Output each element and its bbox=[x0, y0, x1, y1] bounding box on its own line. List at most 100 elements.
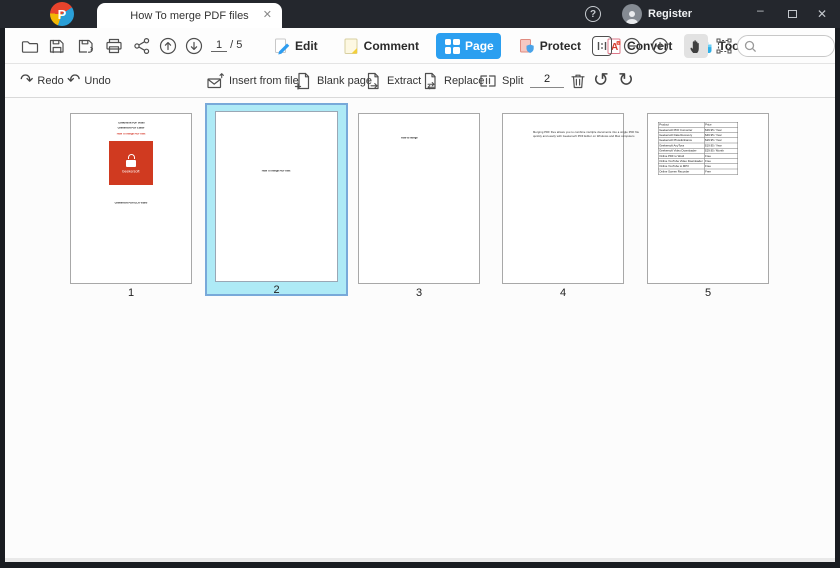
trash-icon bbox=[571, 74, 585, 89]
help-icon[interactable]: ? bbox=[585, 6, 601, 22]
tab-title: How To merge PDF files bbox=[130, 9, 249, 22]
delete-page-button[interactable] bbox=[568, 71, 588, 91]
print-button[interactable] bbox=[104, 36, 124, 56]
insert-file-icon bbox=[207, 73, 224, 89]
table-row: Online Screen Recorder Free bbox=[659, 169, 711, 175]
page-total-label: 5 bbox=[236, 39, 243, 51]
register-label: Register bbox=[648, 8, 693, 20]
split-pages-icon bbox=[480, 75, 496, 87]
arrow-down-circle-icon bbox=[185, 37, 203, 55]
app-window: 1 / 5 Edit Comment Page Protect A x Conv… bbox=[5, 28, 835, 562]
minus-circle-icon bbox=[623, 37, 641, 55]
replace-page-icon bbox=[424, 72, 436, 90]
lock-icon bbox=[127, 154, 135, 159]
main-toolbar: 1 / 5 Edit Comment Page Protect A x Conv… bbox=[5, 28, 835, 64]
page5-table: Product Price Geekersoft PDF Converter $39.… bbox=[658, 122, 738, 175]
select-object-button[interactable] bbox=[714, 36, 734, 56]
register-button[interactable]: Register bbox=[622, 4, 692, 24]
tab-protect[interactable]: Protect bbox=[511, 33, 588, 59]
hand-icon bbox=[690, 40, 699, 53]
tab-comment[interactable]: Comment bbox=[335, 33, 426, 59]
undo-icon: ↶ bbox=[67, 72, 81, 89]
page-number-label: 2 bbox=[273, 284, 280, 296]
page-number-label: 4 bbox=[559, 287, 567, 299]
page-thumbnail-5[interactable]: Product Price Geekersoft PDF Converter $39.… bbox=[647, 113, 769, 299]
redo-icon: ↷ bbox=[20, 72, 34, 89]
geekersoft-logo: Geekersoft bbox=[109, 141, 153, 185]
save-icon bbox=[49, 39, 64, 54]
search-box[interactable] bbox=[737, 35, 835, 57]
search-icon bbox=[744, 40, 757, 52]
page-4-preview: Merging PDF files allows you to combine … bbox=[502, 113, 639, 284]
marquee-select-icon bbox=[716, 38, 732, 54]
arrow-up-circle-icon bbox=[159, 37, 177, 55]
share-button[interactable] bbox=[132, 36, 152, 56]
actual-size-icon bbox=[597, 42, 607, 50]
titlebar: P Home How To merge PDF files ✕ ? Regist… bbox=[0, 0, 840, 28]
share-icon bbox=[134, 37, 150, 55]
open-file-button[interactable] bbox=[20, 36, 40, 56]
page-5-preview: Product Price Geekersoft PDF Converter $39.… bbox=[647, 113, 769, 284]
page-3-preview: How to merge bbox=[358, 113, 480, 284]
document-tab[interactable]: How To merge PDF files ✕ bbox=[97, 3, 282, 28]
rotate-right-button[interactable]: ↻ bbox=[618, 71, 634, 91]
page-action-toolbar: ↷ Redo ↶ Undo Insert from file Blank pag… bbox=[5, 64, 835, 98]
page-grid-icon bbox=[443, 37, 461, 55]
print-icon bbox=[106, 38, 122, 54]
page-thumbnail-2-selected[interactable]: How To merge PDF files 2 bbox=[205, 103, 348, 296]
tab-label: Comment bbox=[363, 39, 420, 53]
zoom-out-button[interactable] bbox=[622, 36, 642, 56]
page-number-label: 1 bbox=[127, 287, 135, 299]
page-thumbnail-3[interactable]: How to merge 3 bbox=[358, 113, 480, 299]
rotate-right-icon: ↻ bbox=[618, 70, 634, 91]
avatar-icon bbox=[622, 4, 642, 24]
extract-button[interactable]: Extract bbox=[363, 71, 421, 91]
protect-shield-icon bbox=[518, 37, 536, 55]
tab-label: Page bbox=[465, 39, 494, 53]
close-button[interactable]: ✕ bbox=[817, 7, 827, 21]
page-1-preview: Geekersoft PDF Video Geekersoft PDF Edit… bbox=[70, 113, 192, 284]
save-as-button[interactable] bbox=[76, 36, 96, 56]
insert-from-file-button[interactable]: Insert from file bbox=[205, 71, 299, 91]
tab-label: Edit bbox=[295, 39, 318, 53]
page-thumbnail-4[interactable]: Merging PDF files allows you to combine … bbox=[502, 113, 639, 299]
page-number-label: 3 bbox=[415, 287, 423, 299]
page-number-label: 5 bbox=[704, 287, 712, 299]
tab-label: Protect bbox=[539, 39, 582, 53]
save-as-icon bbox=[78, 39, 93, 53]
folder-icon bbox=[21, 41, 39, 53]
thumbnail-canvas: Geekersoft PDF Video Geekersoft PDF Edit… bbox=[5, 98, 835, 558]
previous-page-button[interactable] bbox=[158, 36, 178, 56]
save-button[interactable] bbox=[47, 36, 67, 56]
mode-tabs: Edit Comment Page Protect A x Convert To… bbox=[266, 33, 750, 59]
page-separator: / bbox=[230, 39, 234, 51]
replace-button[interactable]: Replace bbox=[420, 71, 484, 91]
undo-button[interactable]: ↶ Undo bbox=[67, 71, 111, 91]
zoom-in-button[interactable] bbox=[650, 36, 670, 56]
next-page-button[interactable] bbox=[184, 36, 204, 56]
search-input[interactable] bbox=[761, 40, 831, 52]
page-2-preview: How To merge PDF files bbox=[215, 111, 338, 282]
extract-page-icon bbox=[367, 72, 379, 90]
edit-pencil-icon bbox=[273, 37, 291, 55]
tab-page[interactable]: Page bbox=[436, 33, 501, 59]
page-indicator: 1 / 5 bbox=[211, 39, 242, 52]
page-thumbnail-1[interactable]: Geekersoft PDF Video Geekersoft PDF Edit… bbox=[70, 113, 192, 299]
minimize-button[interactable]: – bbox=[757, 3, 764, 17]
maximize-icon bbox=[788, 10, 797, 18]
blank-page-icon bbox=[294, 72, 310, 90]
tab-edit[interactable]: Edit bbox=[266, 33, 325, 59]
split-button[interactable]: Split bbox=[478, 71, 523, 91]
hand-tool-button[interactable] bbox=[684, 34, 708, 58]
split-count-input[interactable]: 2 bbox=[530, 73, 564, 88]
page-number-input[interactable]: 1 bbox=[211, 39, 227, 52]
app-logo-icon[interactable]: P bbox=[50, 2, 74, 26]
maximize-button[interactable] bbox=[788, 7, 797, 18]
rotate-left-button[interactable]: ↺ bbox=[593, 71, 609, 91]
tab-close-icon[interactable]: ✕ bbox=[263, 8, 272, 21]
fit-page-button[interactable] bbox=[592, 36, 612, 56]
blank-page-button[interactable]: Blank page bbox=[293, 71, 372, 91]
svg-text:x: x bbox=[617, 41, 619, 45]
redo-button[interactable]: ↷ Redo bbox=[20, 71, 64, 91]
plus-circle-icon bbox=[651, 37, 669, 55]
